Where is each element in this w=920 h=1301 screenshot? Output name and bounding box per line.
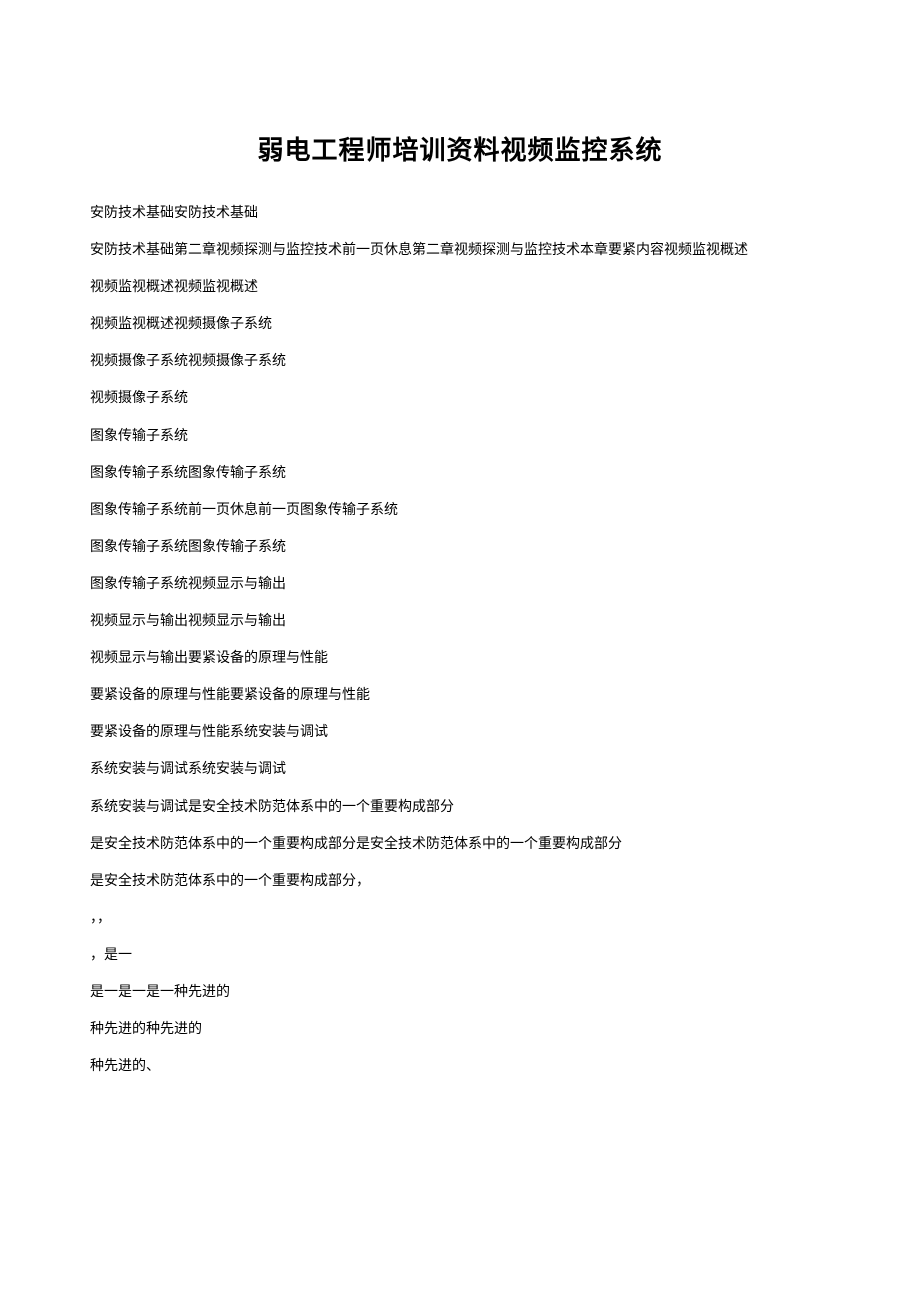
paragraph: 视频摄像子系统视频摄像子系统 — [90, 350, 830, 373]
paragraph: 是一是一是一种先进的 — [90, 981, 830, 1004]
paragraph: 安防技术基础第二章视频探测与监控技术前一页休息第二章视频探测与监控技术本章要紧内… — [90, 239, 830, 262]
paragraph: 图象传输子系统视频显示与输出 — [90, 573, 830, 596]
paragraph: 安防技术基础安防技术基础 — [90, 202, 830, 225]
paragraph: 图象传输子系统图象传输子系统 — [90, 462, 830, 485]
paragraph: 是安全技术防范体系中的一个重要构成部分是安全技术防范体系中的一个重要构成部分 — [90, 833, 830, 856]
paragraph: 是安全技术防范体系中的一个重要构成部分， — [90, 870, 830, 893]
paragraph: 要紧设备的原理与性能系统安装与调试 — [90, 721, 830, 744]
paragraph: ，， — [90, 907, 830, 930]
paragraph: 系统安装与调试是安全技术防范体系中的一个重要构成部分 — [90, 796, 830, 819]
paragraph: 视频摄像子系统 — [90, 387, 830, 410]
paragraph: 系统安装与调试系统安装与调试 — [90, 758, 830, 781]
paragraph: 视频显示与输出要紧设备的原理与性能 — [90, 647, 830, 670]
paragraph: 种先进的种先进的 — [90, 1018, 830, 1041]
paragraph: 种先进的、 — [90, 1055, 830, 1078]
paragraph: 视频监视概述视频摄像子系统 — [90, 313, 830, 336]
document-title: 弱电工程师培训资料视频监控系统 — [90, 130, 830, 167]
paragraph: 视频显示与输出视频显示与输出 — [90, 610, 830, 633]
paragraph: ，是一 — [90, 944, 830, 967]
paragraph: 视频监视概述视频监视概述 — [90, 276, 830, 299]
paragraph: 要紧设备的原理与性能要紧设备的原理与性能 — [90, 684, 830, 707]
paragraph: 图象传输子系统前一页休息前一页图象传输子系统 — [90, 499, 830, 522]
paragraph: 图象传输子系统 — [90, 425, 830, 448]
paragraph: 图象传输子系统图象传输子系统 — [90, 536, 830, 559]
